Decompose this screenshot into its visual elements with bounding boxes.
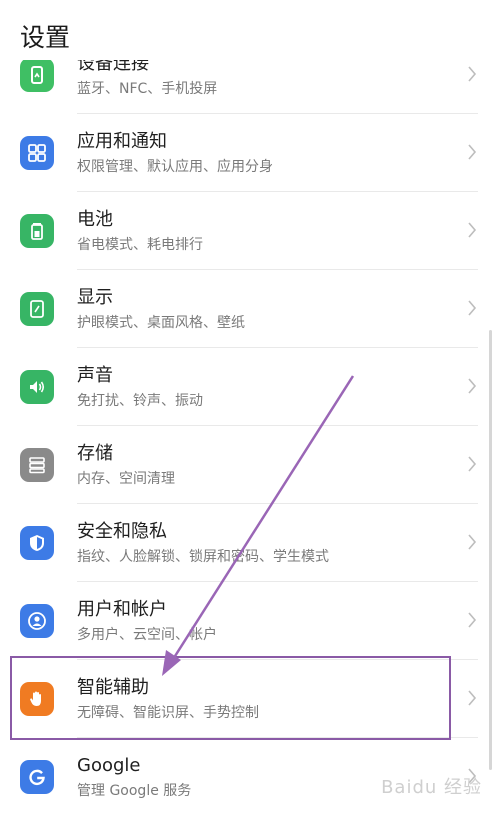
chevron-right-icon: [468, 144, 477, 160]
settings-item-label: 安全和隐私: [77, 521, 167, 542]
hand-icon: [20, 682, 54, 716]
chevron-right-icon: [468, 456, 477, 472]
settings-item-label: 智能辅助: [77, 677, 149, 698]
chevron-right-icon: [468, 66, 477, 82]
settings-item-subtitle: 指纹、人脸解锁、锁屏和密码、学生模式: [77, 549, 329, 565]
settings-item-smart-assistance[interactable]: 智能辅助 无障碍、智能识屏、手势控制: [0, 660, 500, 738]
storage-icon: [20, 448, 54, 482]
chevron-right-icon: [468, 612, 477, 628]
app-header: 设置: [0, 0, 500, 60]
page-title: 设置: [20, 23, 71, 52]
settings-item-subtitle: 省电模式、耗电排行: [77, 237, 203, 253]
settings-item-label: 电池: [77, 209, 113, 230]
settings-item-apps-notifications[interactable]: 应用和通知 权限管理、默认应用、应用分身: [0, 114, 500, 192]
settings-item-battery[interactable]: 电池 省电模式、耗电排行: [0, 192, 500, 270]
battery-icon: [20, 214, 54, 248]
chevron-right-icon: [468, 222, 477, 238]
security-shield-icon: [20, 526, 54, 560]
chevron-right-icon: [468, 378, 477, 394]
device-connection-icon: [20, 58, 54, 92]
chevron-right-icon: [468, 534, 477, 550]
settings-item-subtitle: 护眼模式、桌面风格、壁纸: [77, 315, 245, 331]
scrollbar[interactable]: [489, 330, 492, 770]
settings-item-display[interactable]: 显示 护眼模式、桌面风格、壁纸: [0, 270, 500, 348]
settings-item-storage[interactable]: 存储 内存、空间清理: [0, 426, 500, 504]
settings-item-subtitle: 免打扰、铃声、振动: [77, 393, 203, 409]
user-account-icon: [20, 604, 54, 638]
settings-item-subtitle: 内存、空间清理: [77, 471, 175, 487]
settings-list: 设备连接 蓝牙、NFC、手机投屏 应用和通知 权限管理、默认应用、应用分身 电池…: [0, 36, 500, 816]
sound-icon: [20, 370, 54, 404]
chevron-right-icon: [468, 300, 477, 316]
settings-item-users-accounts[interactable]: 用户和帐户 多用户、云空间、帐户: [0, 582, 500, 660]
settings-item-security-privacy[interactable]: 安全和隐私 指纹、人脸解锁、锁屏和密码、学生模式: [0, 504, 500, 582]
settings-item-label: 应用和通知: [77, 131, 167, 152]
settings-item-subtitle: 蓝牙、NFC、手机投屏: [77, 81, 218, 97]
settings-item-sound[interactable]: 声音 免打扰、铃声、振动: [0, 348, 500, 426]
apps-icon: [20, 136, 54, 170]
settings-item-label: 显示: [77, 287, 113, 308]
google-icon: [20, 760, 54, 794]
watermark: Baidu 经验: [381, 777, 482, 798]
settings-item-subtitle: 多用户、云空间、帐户: [77, 627, 217, 643]
display-icon: [20, 292, 54, 326]
settings-item-subtitle: 无障碍、智能识屏、手势控制: [77, 705, 259, 721]
chevron-right-icon: [468, 690, 477, 706]
settings-item-label: 声音: [77, 365, 113, 386]
settings-item-label: 存储: [77, 443, 113, 464]
settings-item-subtitle: 权限管理、默认应用、应用分身: [77, 159, 273, 175]
settings-item-label: 用户和帐户: [77, 599, 167, 620]
